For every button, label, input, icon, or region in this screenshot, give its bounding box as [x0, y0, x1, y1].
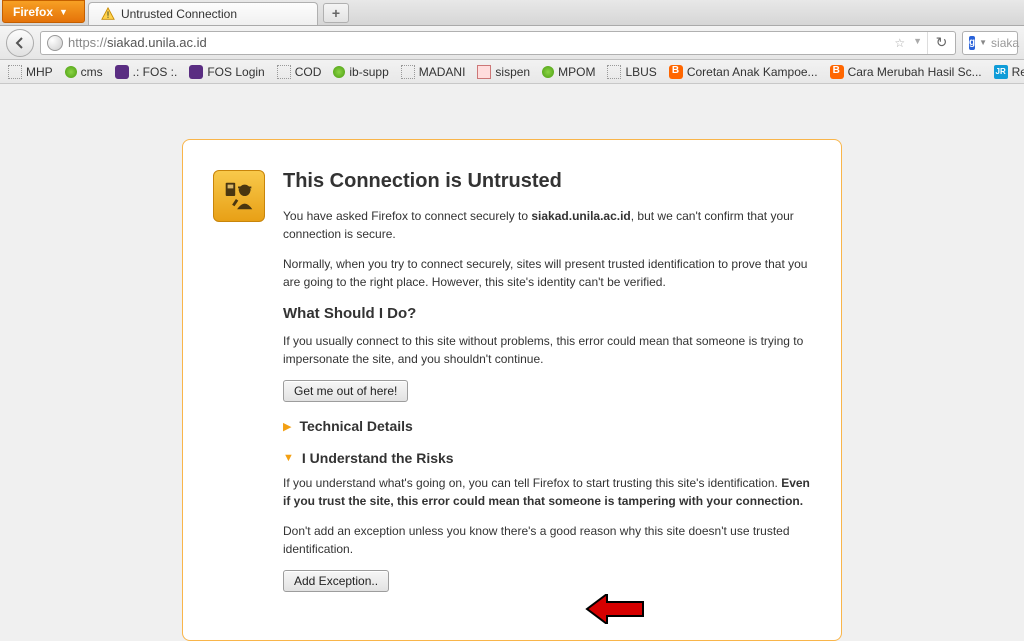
- bookmark-item[interactable]: .: FOS :.: [115, 65, 178, 79]
- url-text: https://siakad.unila.ac.id: [68, 35, 889, 50]
- new-tab-button[interactable]: +: [323, 3, 349, 23]
- page-content: This Connection is Untrusted You have as…: [0, 84, 1024, 641]
- expand-down-icon: ▼: [283, 452, 294, 464]
- bookmark-label: ib-supp: [349, 65, 388, 79]
- bookmark-item[interactable]: Coretan Anak Kampoe...: [669, 65, 818, 79]
- bookmark-label: Cara Merubah Hasil Sc...: [848, 65, 982, 79]
- url-actions: ☆ ▼: [894, 36, 922, 50]
- bookmark-icon: [189, 65, 203, 79]
- dropdown-icon[interactable]: ▼: [979, 38, 987, 47]
- bookmark-icon: [277, 65, 291, 79]
- bookmark-label: Review MSI GTX 6: [1012, 65, 1024, 79]
- bookmark-icon: [669, 65, 683, 79]
- dropdown-icon: ▼: [59, 7, 68, 17]
- bookmark-icon: [115, 65, 129, 79]
- officer-icon: [213, 170, 265, 222]
- tab-title: Untrusted Connection: [121, 7, 237, 21]
- bookmark-icon: [607, 65, 621, 79]
- untrusted-connection-panel: This Connection is Untrusted You have as…: [182, 139, 842, 641]
- browser-tab-active[interactable]: Untrusted Connection: [88, 2, 318, 25]
- bookmark-item[interactable]: FOS Login: [189, 65, 264, 79]
- tab-bar: Firefox ▼ Untrusted Connection +: [0, 0, 1024, 26]
- google-icon: g: [969, 36, 975, 50]
- bookmark-icon: [8, 65, 22, 79]
- bookmark-item[interactable]: ib-supp: [333, 65, 388, 79]
- bookmark-label: LBUS: [625, 65, 656, 79]
- bookmark-star-icon[interactable]: ☆: [894, 36, 905, 50]
- bookmark-label: MADANI: [419, 65, 466, 79]
- back-button[interactable]: [6, 29, 34, 57]
- bookmark-label: FOS Login: [207, 65, 264, 79]
- bookmark-item[interactable]: MPOM: [542, 65, 595, 79]
- url-bar[interactable]: https://siakad.unila.ac.id ☆ ▼ ↻: [40, 31, 956, 55]
- add-exception-button[interactable]: Add Exception..: [283, 570, 389, 592]
- bookmark-item[interactable]: LBUS: [607, 65, 656, 79]
- bookmark-label: MHP: [26, 65, 53, 79]
- get-me-out-button[interactable]: Get me out of here!: [283, 380, 408, 402]
- dropdown-icon[interactable]: ▼: [913, 36, 922, 50]
- bookmark-item[interactable]: sispen: [477, 65, 530, 79]
- understand-risks-toggle[interactable]: ▼ I Understand the Risks: [283, 450, 811, 466]
- what-should-i-do-heading: What Should I Do?: [283, 305, 811, 322]
- technical-details-toggle[interactable]: ▶ Technical Details: [283, 418, 811, 434]
- bookmark-icon: [401, 65, 415, 79]
- bookmark-label: COD: [295, 65, 322, 79]
- bookmark-item[interactable]: cms: [65, 65, 103, 79]
- bookmark-icon: [542, 66, 554, 78]
- bookmark-label: cms: [81, 65, 103, 79]
- bookmark-icon: [477, 65, 491, 79]
- firefox-menu-label: Firefox: [13, 5, 53, 19]
- bookmark-item[interactable]: JR Review MSI GTX 6: [994, 65, 1024, 79]
- explain-paragraph: Normally, when you try to connect secure…: [283, 255, 811, 291]
- bookmarks-bar: MHP cms .: FOS :. FOS Login COD ib-supp MADANI…: [0, 60, 1024, 84]
- bookmark-label: Coretan Anak Kampoe...: [687, 65, 818, 79]
- bookmark-icon: [65, 66, 77, 78]
- warning-paragraph: If you usually connect to this site with…: [283, 332, 811, 368]
- bookmark-item[interactable]: Cara Merubah Hasil Sc...: [830, 65, 982, 79]
- risks-paragraph-1: If you understand what's going on, you c…: [283, 474, 811, 510]
- bookmark-label: .: FOS :.: [133, 65, 178, 79]
- bookmark-label: sispen: [495, 65, 530, 79]
- bookmark-icon: [333, 66, 345, 78]
- reload-button[interactable]: ↻: [927, 32, 949, 54]
- bookmark-label: MPOM: [558, 65, 595, 79]
- search-bar[interactable]: g ▼ siaka: [962, 31, 1018, 55]
- navigation-bar: https://siakad.unila.ac.id ☆ ▼ ↻ g ▼ sia…: [0, 26, 1024, 60]
- warning-icon: [101, 7, 115, 21]
- bookmark-item[interactable]: COD: [277, 65, 322, 79]
- intro-paragraph: You have asked Firefox to connect secure…: [283, 207, 811, 243]
- bookmark-item[interactable]: MADANI: [401, 65, 466, 79]
- firefox-menu-button[interactable]: Firefox ▼: [2, 0, 85, 23]
- bookmark-item[interactable]: MHP: [8, 65, 53, 79]
- expand-right-icon: ▶: [283, 420, 291, 433]
- page-title: This Connection is Untrusted: [283, 170, 811, 193]
- search-text: siaka: [991, 36, 1019, 50]
- bookmark-icon: JR: [994, 65, 1008, 79]
- bookmark-icon: [830, 65, 844, 79]
- globe-icon: [47, 35, 63, 51]
- risks-paragraph-2: Don't add an exception unless you know t…: [283, 522, 811, 558]
